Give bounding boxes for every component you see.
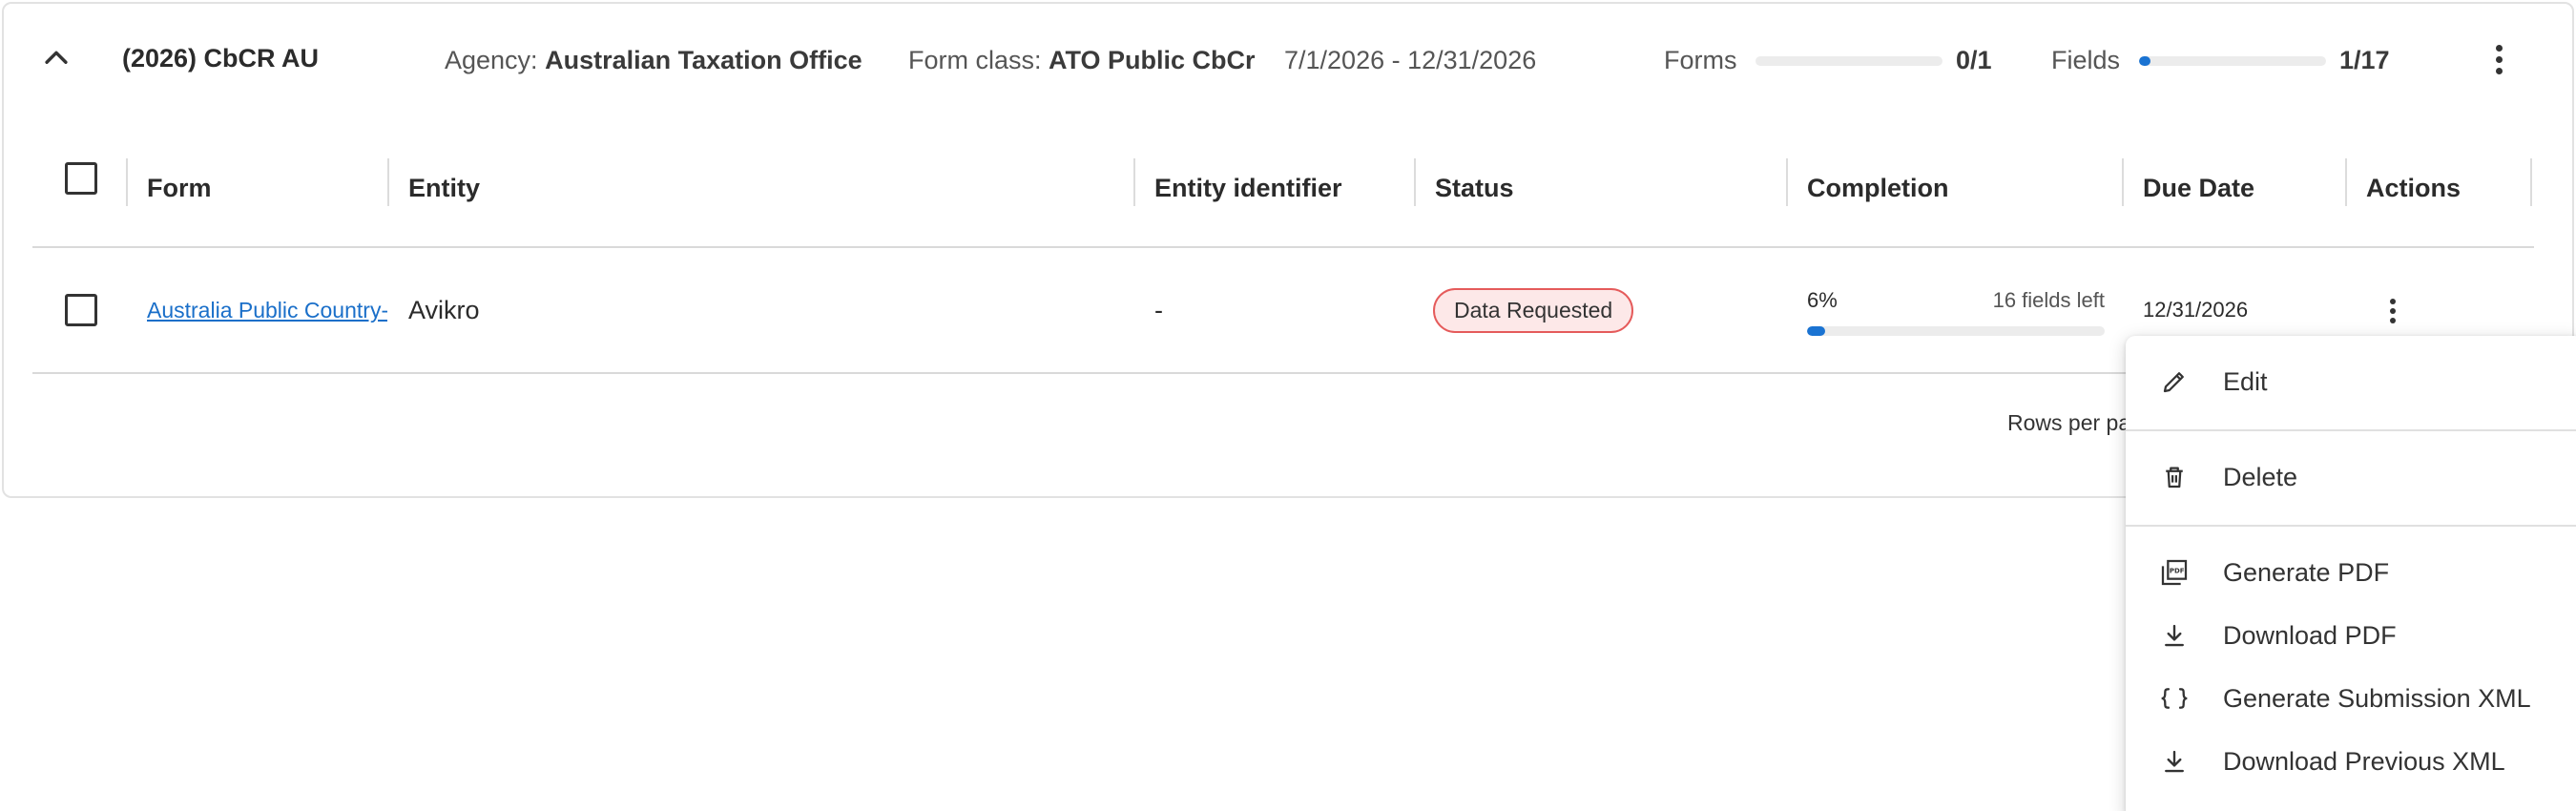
table-header: Form Entity Entity identifier Status Com… xyxy=(32,137,2534,248)
braces-icon xyxy=(2158,682,2191,715)
column-header-entity[interactable]: Entity xyxy=(389,166,480,210)
svg-text:PDF: PDF xyxy=(2170,568,2185,575)
forms-progress-bar xyxy=(1755,56,1942,66)
menu-item-delete[interactable]: Delete xyxy=(2126,447,2576,508)
menu-item-download-previous-xml[interactable]: Download Previous XML xyxy=(2126,731,2576,792)
menu-item-label: Edit xyxy=(2223,366,2268,396)
column-header-due-date[interactable]: Due Date xyxy=(2124,166,2254,210)
group-header: (2026) CbCR AU Agency: Australian Taxati… xyxy=(4,4,2572,118)
select-all-checkbox[interactable] xyxy=(65,162,97,195)
menu-item-generate-pdf[interactable]: PDF Generate PDF xyxy=(2126,542,2576,603)
group-more-options-icon[interactable] xyxy=(2484,38,2513,80)
entity-cell: Avikro xyxy=(408,295,480,324)
column-header-status[interactable]: Status xyxy=(1416,166,1514,210)
menu-item-label: Download Previous XML xyxy=(2223,746,2505,776)
column-header-entity-identifier[interactable]: Entity identifier xyxy=(1135,166,1342,210)
column-header-completion[interactable]: Completion xyxy=(1788,166,1949,210)
fields-progress-bar xyxy=(2139,56,2326,66)
agency-label: Agency: xyxy=(445,46,538,74)
menu-item-edit[interactable]: Edit xyxy=(2126,351,2576,412)
group-title: (2026) CbCR AU xyxy=(122,44,320,73)
menu-item-label: Generate Submission XML xyxy=(2223,683,2531,713)
form-link[interactable]: Australia Public Country-by-Country Repo… xyxy=(147,298,387,323)
row-actions-menu: Edit Delete PDF Generate PDF Download PD… xyxy=(2126,336,2576,811)
menu-item-download-pdf[interactable]: Download PDF xyxy=(2126,605,2576,666)
row-actions-icon[interactable] xyxy=(2379,290,2407,332)
chevron-up-icon[interactable] xyxy=(40,42,73,74)
status-cell: Data Requested xyxy=(1433,248,1776,372)
forms-label: Forms xyxy=(1664,46,1737,74)
menu-item-label: Generate PDF xyxy=(2223,557,2390,587)
completion-progress-bar xyxy=(1807,326,2105,336)
pencil-icon xyxy=(2158,365,2191,398)
date-range: 7/1/2026 - 12/31/2026 xyxy=(1284,46,1537,74)
form-class-label: Form class: xyxy=(908,46,1042,74)
agency-value: Australian Taxation Office xyxy=(545,46,862,74)
completion-progress-fill xyxy=(1807,326,1825,336)
fields-label: Fields xyxy=(2051,46,2121,74)
fields-progress-fill xyxy=(2139,56,2150,66)
form-cell: Australia Public Country-by-Country Repo… xyxy=(147,248,387,372)
form-class: Form class: ATO Public CbCr xyxy=(908,46,1256,75)
fields-left: 16 fields left xyxy=(1992,288,2105,312)
status-badge: Data Requested xyxy=(1433,287,1634,333)
column-header-actions: Actions xyxy=(2366,173,2462,202)
forms-count: 0/1 xyxy=(1956,46,1992,74)
menu-divider xyxy=(2126,525,2576,527)
pdf-icon: PDF xyxy=(2158,556,2191,589)
menu-item-label: Download PDF xyxy=(2223,620,2397,650)
column-header-form[interactable]: Form xyxy=(128,166,212,210)
menu-item-generate-submission-xml[interactable]: Generate Submission XML xyxy=(2126,668,2576,729)
fields-count: 1/17 xyxy=(2339,46,2390,74)
agency: Agency: Australian Taxation Office xyxy=(445,46,862,75)
download-icon xyxy=(2158,745,2191,778)
row-checkbox[interactable] xyxy=(65,294,97,326)
menu-divider xyxy=(2126,429,2576,431)
completion-percent: 6% xyxy=(1807,288,1838,312)
trash-icon xyxy=(2158,461,2191,493)
menu-item-label: Delete xyxy=(2223,462,2298,491)
column-divider xyxy=(2530,158,2532,206)
entity-identifier-cell: - xyxy=(1154,295,1163,324)
download-icon xyxy=(2158,619,2191,652)
form-class-value: ATO Public CbCr xyxy=(1049,46,1256,74)
